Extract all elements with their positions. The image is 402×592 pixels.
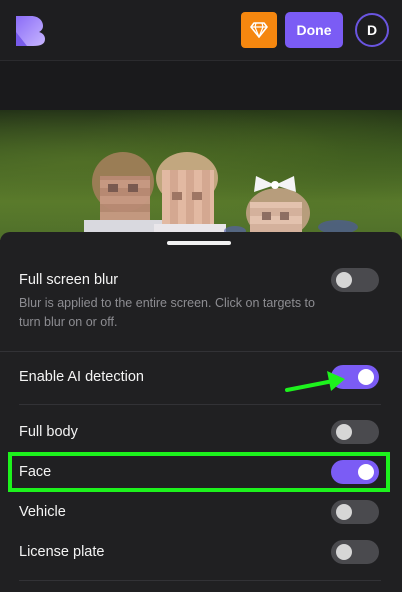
vehicle-label: Vehicle — [19, 504, 66, 520]
toolbar-spacer — [0, 60, 402, 111]
blurred-photo-preview — [0, 110, 402, 240]
face-highlight-box — [8, 452, 390, 492]
full-screen-blur-toggle[interactable] — [331, 268, 379, 292]
green-arrow-icon — [285, 371, 345, 392]
diamond-icon — [250, 22, 268, 38]
hair-bow-icon — [254, 176, 296, 192]
full-screen-blur-description: Blur is applied to the entire screen. Cl… — [19, 296, 315, 329]
vehicle-toggle[interactable] — [331, 500, 379, 524]
license-plate-toggle[interactable] — [331, 540, 379, 564]
top-bar: Done D — [0, 0, 402, 60]
ai-detection-label: Enable AI detection — [19, 369, 144, 385]
full-screen-blur-row: Full screen blur — [19, 265, 381, 295]
app-logo-icon[interactable] — [13, 14, 46, 46]
divider — [19, 580, 381, 581]
target-row-vehicle: Vehicle — [19, 497, 381, 527]
full-screen-blur-label: Full screen blur — [19, 272, 119, 288]
divider — [19, 404, 381, 405]
license-plate-label: License plate — [19, 544, 105, 560]
done-button[interactable]: Done — [285, 12, 343, 48]
full-body-toggle[interactable] — [331, 420, 379, 444]
target-row-full-body: Full body — [19, 417, 381, 447]
target-row-license-plate: License plate — [19, 537, 381, 567]
drag-handle[interactable] — [167, 241, 231, 245]
premium-button[interactable] — [241, 12, 277, 48]
full-body-label: Full body — [19, 424, 78, 440]
divider — [0, 351, 402, 352]
blur-settings-panel: Full screen blur Blur is applied to the … — [0, 232, 402, 592]
avatar[interactable]: D — [355, 13, 389, 47]
